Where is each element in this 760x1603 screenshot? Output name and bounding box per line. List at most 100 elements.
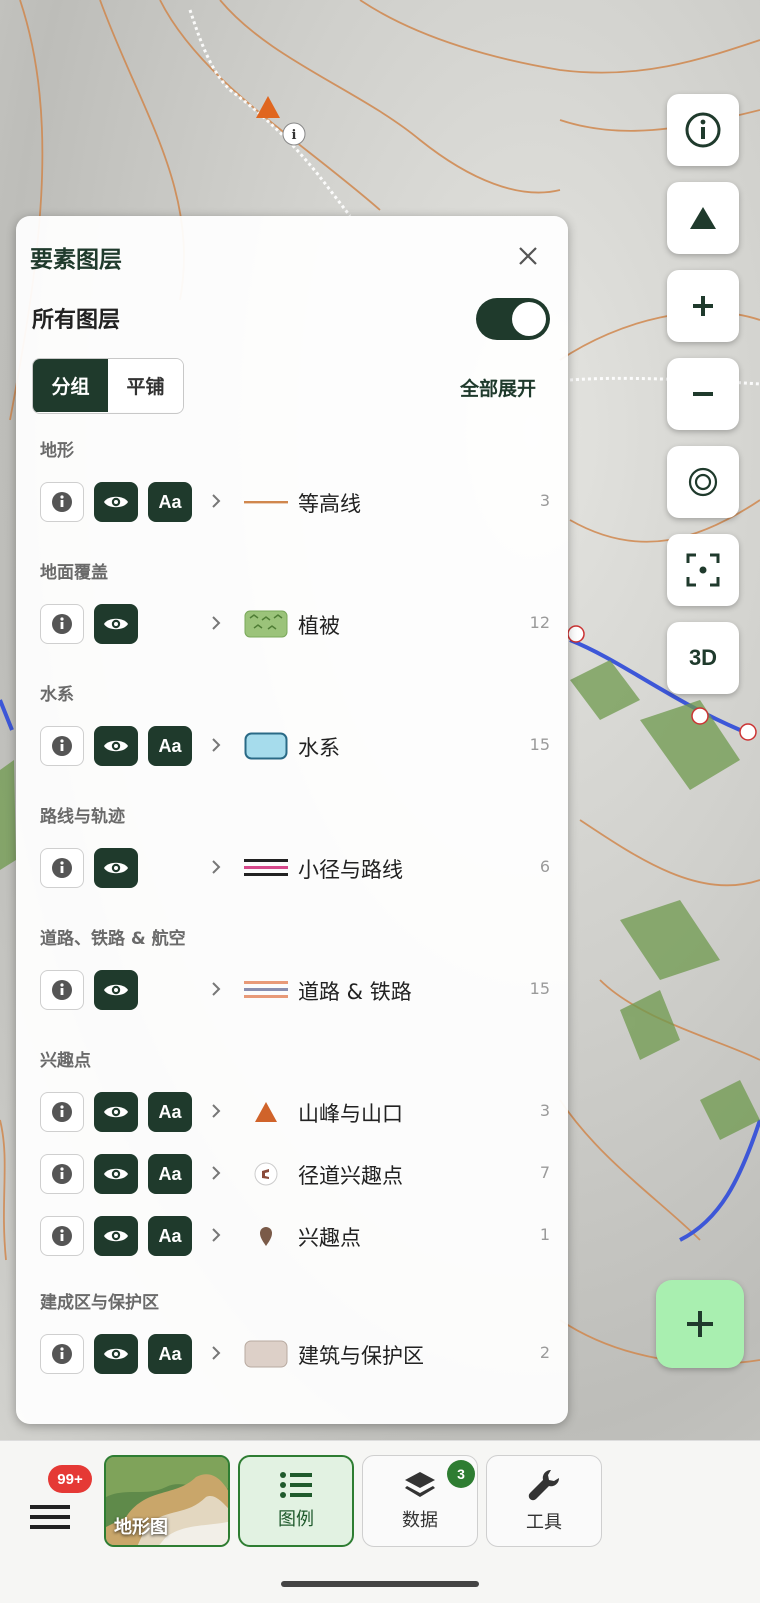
target-icon	[688, 467, 718, 497]
tab-tools[interactable]: 工具	[486, 1455, 602, 1547]
chevron-right-icon[interactable]	[210, 1164, 222, 1182]
layer-name: 径道兴趣点	[298, 1164, 403, 1188]
close-button[interactable]	[510, 238, 546, 274]
layer-info-button[interactable]	[40, 604, 84, 644]
eye-icon	[104, 740, 128, 752]
chevron-right-icon[interactable]	[210, 858, 222, 876]
layer-count: 2	[539, 1343, 550, 1362]
layer-info-button[interactable]	[40, 848, 84, 888]
layer-name: 道路 & 铁路	[298, 980, 412, 1004]
tab-data[interactable]: 数据 3	[362, 1455, 478, 1547]
layer-count: 1	[539, 1225, 550, 1244]
tab-legend-label: 图例	[278, 1509, 314, 1530]
view-mode-flat[interactable]: 平铺	[108, 359, 183, 412]
zoom-in-button[interactable]	[667, 270, 739, 342]
layer-label-toggle[interactable]: Aa	[148, 1216, 192, 1256]
chevron-right-icon[interactable]	[210, 736, 222, 754]
tab-legend[interactable]: 图例	[238, 1455, 354, 1547]
info-icon	[52, 980, 72, 1000]
layer-visibility-toggle[interactable]	[94, 726, 138, 766]
plus-icon	[687, 1311, 713, 1337]
home-indicator[interactable]	[281, 1581, 479, 1587]
layer-visibility-toggle[interactable]	[94, 1334, 138, 1374]
data-count-badge: 3	[447, 1460, 475, 1488]
all-layers-label: 所有图层	[32, 308, 121, 333]
trail-poi-icon	[244, 1154, 288, 1194]
layer-info-button[interactable]	[40, 1216, 84, 1256]
layer-row-peaks: Aa 山峰与山口 3	[40, 1092, 550, 1136]
info-icon	[52, 1102, 72, 1122]
svg-text:i: i	[292, 128, 297, 143]
eye-icon	[104, 1106, 128, 1118]
layer-count: 3	[539, 1101, 550, 1120]
basemap-label: 地形图	[114, 1517, 168, 1538]
layer-info-button[interactable]	[40, 970, 84, 1010]
chevron-right-icon[interactable]	[210, 1344, 222, 1362]
info-icon	[52, 492, 72, 512]
chevron-right-icon[interactable]	[210, 1226, 222, 1244]
chevron-right-icon[interactable]	[210, 1102, 222, 1120]
chevron-right-icon[interactable]	[210, 492, 222, 510]
layer-label-toggle[interactable]: Aa	[148, 1334, 192, 1374]
layer-row-trails: 小径与路线 6	[40, 848, 550, 892]
layer-count: 15	[529, 979, 550, 998]
bottom-bar: 99+ 地形图 图例 数据 3 工具	[0, 1440, 760, 1603]
chevron-right-icon[interactable]	[210, 614, 222, 632]
layer-name: 等高线	[298, 492, 361, 516]
chevron-right-icon[interactable]	[210, 980, 222, 998]
layer-visibility-toggle[interactable]	[94, 604, 138, 644]
fit-bounds-button[interactable]	[667, 534, 739, 606]
locate-button[interactable]	[667, 446, 739, 518]
contour-line-icon	[244, 482, 288, 522]
layer-visibility-toggle[interactable]	[94, 970, 138, 1010]
plus-icon	[693, 296, 713, 316]
all-layers-toggle[interactable]	[476, 298, 550, 340]
info-icon	[685, 112, 721, 148]
layer-name: 植被	[298, 614, 340, 638]
eye-icon	[104, 1230, 128, 1242]
layers-icon	[405, 1472, 435, 1497]
eye-icon	[104, 496, 128, 508]
layer-label-toggle[interactable]: Aa	[148, 1154, 192, 1194]
minus-icon	[693, 392, 713, 396]
three-d-label: 3D	[688, 645, 718, 670]
layer-visibility-toggle[interactable]	[94, 482, 138, 522]
layer-info-button[interactable]	[40, 482, 84, 522]
layer-count: 6	[539, 857, 550, 876]
layer-visibility-toggle[interactable]	[94, 1216, 138, 1256]
layer-label-toggle[interactable]: Aa	[148, 726, 192, 766]
layer-visibility-toggle[interactable]	[94, 848, 138, 888]
layer-visibility-toggle[interactable]	[94, 1154, 138, 1194]
menu-button[interactable]	[28, 1491, 78, 1541]
layer-row-trail-poi: Aa 径道兴趣点 7	[40, 1154, 550, 1198]
layer-visibility-toggle[interactable]	[94, 1092, 138, 1132]
layer-label-toggle[interactable]: Aa	[148, 482, 192, 522]
info-icon	[52, 736, 72, 756]
view-mode-segment: 分组 平铺	[32, 358, 184, 414]
road-lines-icon	[244, 970, 288, 1010]
section-header-water: 水系	[40, 685, 74, 705]
layer-row-buildings: Aa 建筑与保护区 2	[40, 1334, 550, 1378]
panel-title: 要素图层	[30, 247, 122, 273]
view-mode-grouped[interactable]: 分组	[33, 359, 108, 412]
hamburger-icon	[30, 1505, 70, 1529]
layer-info-button[interactable]	[40, 1154, 84, 1194]
basemap-button[interactable]: 地形图	[104, 1455, 230, 1547]
zoom-out-button[interactable]	[667, 358, 739, 430]
layer-count: 15	[529, 735, 550, 754]
vegetation-swatch-icon	[244, 604, 288, 644]
peak-button[interactable]	[667, 182, 739, 254]
three-d-button[interactable]: 3D	[667, 622, 739, 694]
layer-name: 水系	[298, 736, 340, 760]
layer-name: 兴趣点	[298, 1226, 361, 1250]
layer-info-button[interactable]	[40, 1092, 84, 1132]
add-button[interactable]	[656, 1280, 744, 1368]
eye-icon	[104, 984, 128, 996]
info-button[interactable]	[667, 94, 739, 166]
layer-info-button[interactable]	[40, 726, 84, 766]
layer-row-vegetation: 植被 12	[40, 604, 550, 648]
layer-label-toggle[interactable]: Aa	[148, 1092, 192, 1132]
layer-info-button[interactable]	[40, 1334, 84, 1374]
expand-all-button[interactable]: 全部展开	[460, 374, 536, 401]
building-swatch-icon	[244, 1334, 288, 1374]
